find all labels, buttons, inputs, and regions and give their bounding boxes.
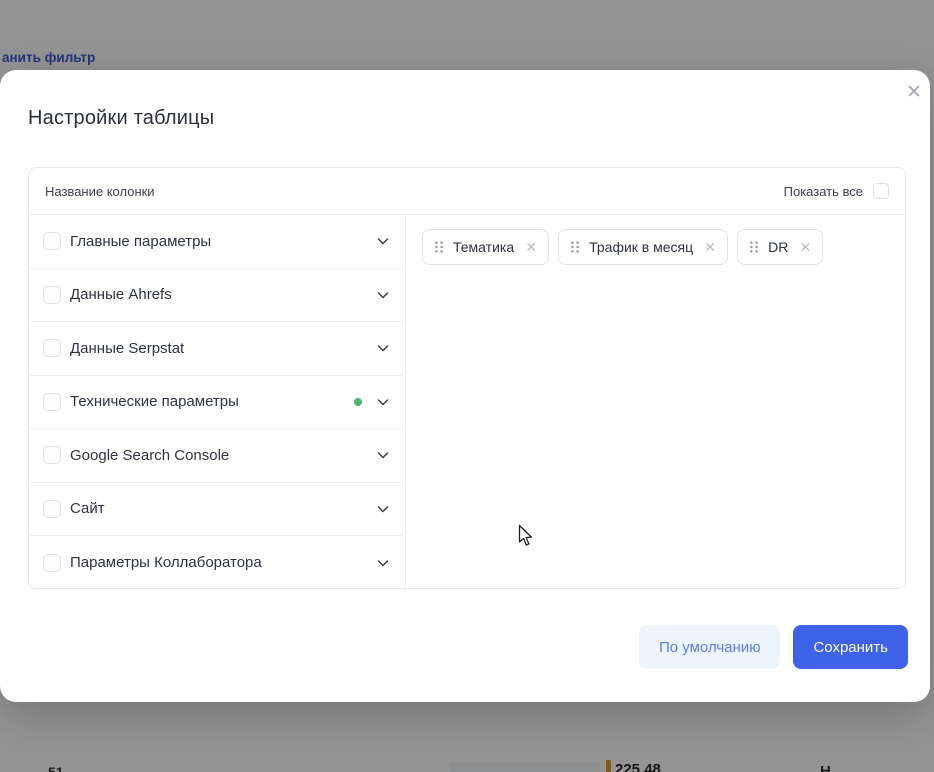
category-label: Технические параметры (70, 393, 239, 410)
category-list: Главные параметры Данные Ahrefs (29, 215, 406, 588)
category-checkbox[interactable] (43, 339, 61, 357)
category-checkbox[interactable] (43, 500, 61, 518)
chevron-down-icon[interactable] (375, 447, 391, 463)
chevron-down-icon[interactable] (375, 340, 391, 356)
category-label: Сайт (70, 500, 105, 517)
category-row[interactable]: Главные параметры (29, 215, 405, 269)
chevron-down-icon[interactable] (375, 394, 391, 410)
category-label: Данные Ahrefs (70, 286, 172, 303)
column-name-header: Название колонки (45, 184, 155, 199)
chip-label: Тематика (453, 239, 514, 255)
drag-handle-icon[interactable] (434, 240, 444, 254)
category-label: Параметры Коллаборатора (70, 554, 262, 571)
category-label: Данные Serpstat (70, 340, 184, 357)
table-settings-modal: ✕ Настройки таблицы Название колонки Пок… (0, 70, 930, 702)
modal-title: Настройки таблицы (28, 107, 214, 130)
category-row[interactable]: Google Search Console (29, 429, 405, 483)
chevron-down-icon[interactable] (375, 287, 391, 303)
chip-remove-icon[interactable]: ✕ (702, 239, 718, 255)
category-row[interactable]: Данные Serpstat (29, 322, 405, 376)
modal-footer: По умолчанию Сохранить (639, 625, 908, 669)
show-all-label: Показать все (784, 184, 863, 199)
panel-header: Название колонки Показать все (29, 168, 905, 215)
close-icon[interactable]: ✕ (901, 80, 927, 106)
category-row[interactable]: Технические параметры (29, 376, 405, 430)
category-checkbox[interactable] (43, 554, 61, 572)
show-all-checkbox[interactable] (873, 183, 889, 199)
chevron-down-icon[interactable] (375, 233, 391, 249)
panel-body: Главные параметры Данные Ahrefs (29, 215, 905, 588)
drag-handle-icon[interactable] (749, 240, 759, 254)
column-chip[interactable]: Трафик в месяц ✕ (558, 229, 728, 265)
category-checkbox[interactable] (43, 393, 61, 411)
chevron-down-icon[interactable] (375, 555, 391, 571)
category-row[interactable]: Данные Ahrefs (29, 269, 405, 323)
category-row[interactable]: Сайт (29, 483, 405, 537)
category-label: Главные параметры (70, 233, 211, 250)
selected-columns-area: Тематика ✕ Трафик в месяц (406, 215, 905, 588)
active-indicator-dot (354, 398, 362, 406)
column-chip[interactable]: Тематика ✕ (422, 229, 549, 265)
columns-panel: Название колонки Показать все Главные па… (28, 167, 906, 589)
default-button[interactable]: По умолчанию (639, 625, 780, 669)
chip-label: DR (768, 239, 788, 255)
column-chip[interactable]: DR ✕ (737, 229, 823, 265)
category-label: Google Search Console (70, 447, 229, 464)
chip-remove-icon[interactable]: ✕ (523, 239, 539, 255)
save-button[interactable]: Сохранить (793, 625, 908, 669)
chip-label: Трафик в месяц (589, 239, 693, 255)
category-row[interactable]: Параметры Коллаборатора (29, 536, 405, 589)
category-checkbox[interactable] (43, 446, 61, 464)
drag-handle-icon[interactable] (570, 240, 580, 254)
chip-remove-icon[interactable]: ✕ (797, 239, 813, 255)
category-checkbox[interactable] (43, 286, 61, 304)
category-checkbox[interactable] (43, 232, 61, 250)
chevron-down-icon[interactable] (375, 501, 391, 517)
show-all-control[interactable]: Показать все (784, 183, 889, 199)
